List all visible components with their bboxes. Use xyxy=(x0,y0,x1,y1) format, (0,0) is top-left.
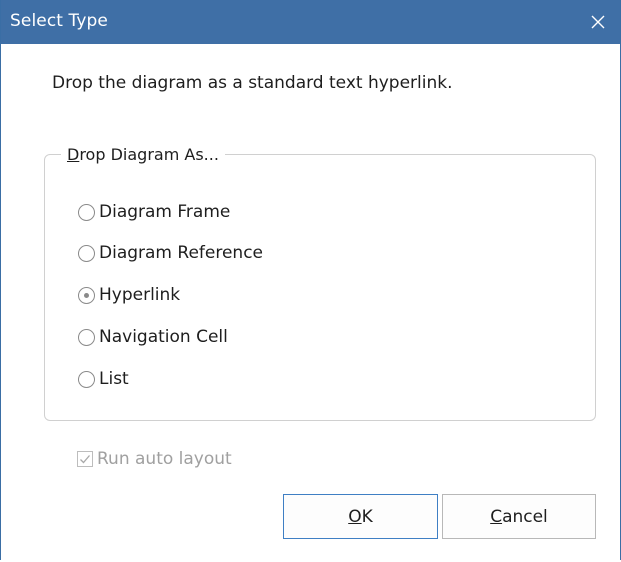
checkbox-label: Run auto layout xyxy=(97,449,232,469)
radio-button[interactable] xyxy=(78,328,95,346)
cancel-button[interactable]: Cancel xyxy=(442,494,596,539)
ok-button[interactable]: OK xyxy=(283,494,438,539)
title-bar[interactable]: Select Type xyxy=(1,0,620,44)
radio-button[interactable] xyxy=(78,244,95,262)
group-legend: Drop Diagram As... xyxy=(61,145,225,164)
legend-text: rop Diagram As... xyxy=(79,145,219,164)
radio-button-selected[interactable] xyxy=(78,286,95,304)
dialog-title: Select Type xyxy=(10,11,108,31)
ok-label: K xyxy=(361,506,373,527)
checkbox[interactable] xyxy=(77,451,93,467)
description-text: Drop the diagram as a standard text hype… xyxy=(52,73,453,93)
cancel-mnemonic: C xyxy=(490,506,503,527)
legend-mnemonic: D xyxy=(67,145,80,164)
ok-mnemonic: O xyxy=(348,506,362,527)
radio-label: List xyxy=(99,369,129,389)
radio-dot xyxy=(84,292,89,298)
select-type-dialog: Select Type Drop the diagram as a standa… xyxy=(0,0,621,560)
radio-label: Diagram Reference xyxy=(99,243,263,263)
radio-navigation-cell[interactable]: Navigation Cell xyxy=(78,325,228,349)
radio-hyperlink[interactable]: Hyperlink xyxy=(78,283,180,307)
radio-list[interactable]: List xyxy=(78,367,129,391)
close-icon xyxy=(591,15,605,29)
run-auto-layout-checkbox[interactable]: Run auto layout xyxy=(77,447,232,471)
radio-label: Hyperlink xyxy=(99,285,181,305)
radio-button[interactable] xyxy=(78,203,95,221)
radio-label: Navigation Cell xyxy=(99,327,228,347)
radio-label: Diagram Frame xyxy=(99,202,231,222)
radio-diagram-frame[interactable]: Diagram Frame xyxy=(78,200,230,224)
radio-diagram-reference[interactable]: Diagram Reference xyxy=(78,241,263,265)
checkmark-icon xyxy=(80,455,90,464)
close-button[interactable] xyxy=(576,0,620,44)
cancel-label: ancel xyxy=(502,506,548,527)
radio-button[interactable] xyxy=(78,370,95,388)
